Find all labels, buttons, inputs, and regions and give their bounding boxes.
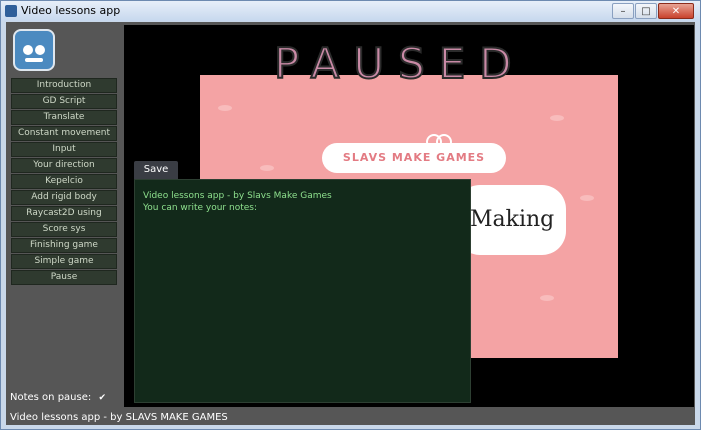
title-bar[interactable]: Video lessons app – □ ✕: [1, 1, 700, 21]
game-viewport[interactable]: SLAVS MAKE GAMES Making PAUSED Save Vide…: [124, 25, 694, 407]
menu-item-your-direction[interactable]: Your direction: [11, 158, 117, 173]
notes-on-pause-row: Notes on pause: ✔: [10, 392, 107, 403]
notes-line-1: Video lessons app - by Slavs Make Games: [143, 191, 332, 201]
leaf-pattern: [540, 295, 554, 301]
menu-item-gd-script[interactable]: GD Script: [11, 94, 117, 109]
window-title: Video lessons app: [21, 4, 121, 17]
leaf-pattern: [550, 115, 564, 121]
making-text: Making: [470, 207, 555, 232]
footer-text: Video lessons app - by SLAVS MAKE GAMES: [10, 412, 228, 423]
menu-item-kepelcio[interactable]: Kepelcio: [11, 174, 117, 189]
slavs-make-games-logo: SLAVS MAKE GAMES: [322, 143, 506, 173]
menu-item-add-rigid-body[interactable]: Add rigid body: [11, 190, 117, 205]
paused-heading: PAUSED: [273, 38, 526, 89]
menu-item-raycast2d[interactable]: Raycast2D using: [11, 206, 117, 221]
leaf-pattern: [218, 105, 232, 111]
menu-item-pause[interactable]: Pause: [11, 270, 117, 285]
logo-text: SLAVS MAKE GAMES: [342, 151, 486, 164]
menu-item-simple-game[interactable]: Simple game: [11, 254, 117, 269]
app-icon: [5, 5, 17, 17]
sidebar: Introduction GD Script Translate Constan…: [6, 22, 118, 412]
menu-item-introduction[interactable]: Introduction: [11, 78, 117, 93]
maximize-button[interactable]: □: [635, 3, 657, 19]
logo-left-eye: [23, 45, 33, 55]
leaf-pattern: [580, 195, 594, 201]
menu-item-constant-movement[interactable]: Constant movement: [11, 126, 117, 141]
notes-on-pause-label: Notes on pause:: [10, 392, 92, 403]
notes-line-2: You can write your notes:: [143, 203, 257, 213]
notes-textarea[interactable]: Video lessons app - by Slavs Make Games …: [134, 179, 471, 403]
close-button[interactable]: ✕: [658, 3, 694, 19]
minimize-button[interactable]: –: [612, 3, 634, 19]
app-window: Video lessons app – □ ✕ Introduction GD …: [0, 0, 701, 430]
logo-mouth: [25, 58, 43, 62]
notes-on-pause-checkbox[interactable]: ✔: [97, 393, 107, 403]
leaf-pattern: [260, 165, 274, 171]
lesson-menu: Introduction GD Script Translate Constan…: [11, 78, 117, 286]
godot-logo-icon: [13, 29, 55, 71]
menu-item-translate[interactable]: Translate: [11, 110, 117, 125]
menu-item-finishing-game[interactable]: Finishing game: [11, 238, 117, 253]
window-controls: – □ ✕: [611, 3, 694, 19]
menu-item-score-sys[interactable]: Score sys: [11, 222, 117, 237]
logo-right-eye: [35, 45, 45, 55]
save-button[interactable]: Save: [134, 161, 178, 179]
menu-item-input[interactable]: Input: [11, 142, 117, 157]
client-area: Introduction GD Script Translate Constan…: [6, 22, 695, 425]
